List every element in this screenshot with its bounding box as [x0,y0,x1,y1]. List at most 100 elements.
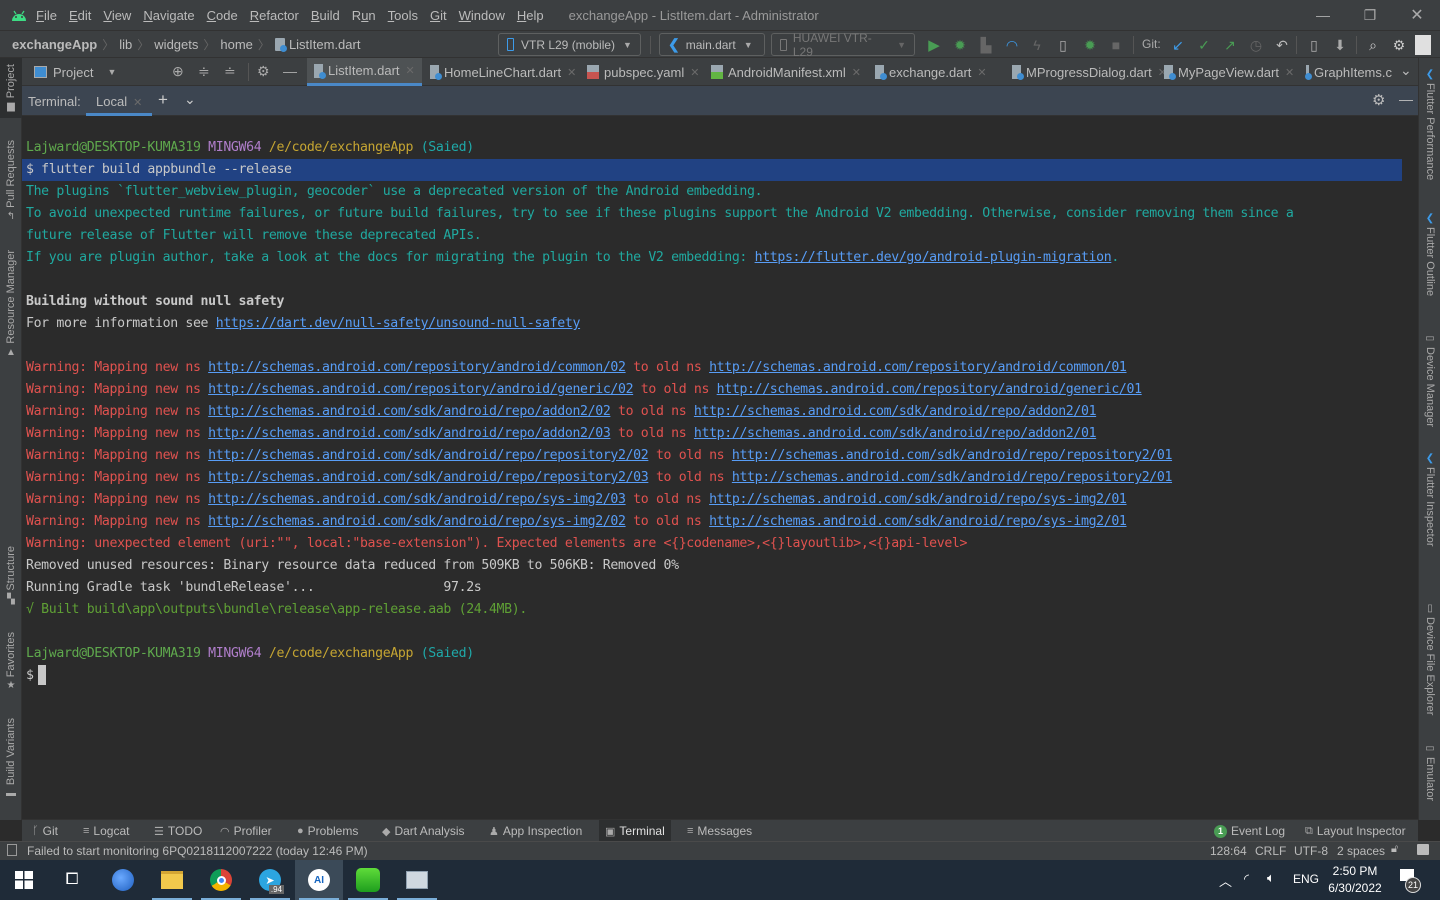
taskbar-app-telegram[interactable]: ➤ .94 [246,860,294,900]
editor-tab[interactable]: GraphItems.c [1299,58,1399,86]
new-ns-link[interactable]: http://schemas.android.com/repository/an… [208,360,626,375]
dropdown-arrow-icon[interactable]: ▼ [107,67,116,77]
show-hidden-icons-icon[interactable]: ︿ [1219,871,1232,890]
wifi-icon[interactable]: ◜ [1244,871,1249,887]
tool-window-messages[interactable]: ≡ Messages [681,820,758,842]
menu-help[interactable]: Help [517,8,544,23]
status-message[interactable]: Failed to start monitoring 6PQ0218112007… [27,844,368,858]
old-ns-link[interactable]: http://schemas.android.com/repository/an… [717,382,1142,397]
tool-window-profiler[interactable]: ◠ Profiler [214,820,278,842]
hide-panel-icon[interactable]: — [283,63,297,79]
tool-window-structure[interactable]: Structure ▚ [0,546,22,608]
editor-tab[interactable]: AndroidManifest.xml ✕ [704,58,868,86]
sdk-manager-icon[interactable]: ⬇ [1330,35,1350,55]
editor-tab[interactable]: HomeLineChart.dart ✕ [423,58,583,86]
new-ns-link[interactable]: http://schemas.android.com/sdk/android/r… [208,492,626,507]
menu-tools[interactable]: Tools [388,8,418,23]
show-all-tabs-chevron-icon[interactable]: ⌄ [1400,62,1412,79]
tool-window-app-inspection[interactable]: ♟ App Inspection [483,820,588,842]
new-ns-link[interactable]: http://schemas.android.com/sdk/android/r… [208,448,649,463]
collapse-all-icon[interactable]: ≐ [224,63,236,80]
taskbar-app-monitor[interactable] [393,860,441,900]
line-separator[interactable]: CRLF [1255,844,1286,858]
taskbar-app-chrome[interactable] [197,860,245,900]
menu-navigate[interactable]: Navigate [143,8,194,23]
tool-window-flutter-inspector[interactable]: ❮ Flutter Inspector [1419,450,1440,546]
taskbar-app-file-explorer[interactable] [148,860,196,900]
menu-edit[interactable]: Edit [69,8,91,23]
close-tab-icon[interactable]: ✕ [567,66,576,79]
tool-window-flutter-performance[interactable]: ❮ Flutter Performance [1419,66,1440,180]
old-ns-link[interactable]: http://schemas.android.com/sdk/android/r… [732,470,1173,485]
new-ns-link[interactable]: http://schemas.android.com/sdk/android/r… [208,426,611,441]
new-terminal-tab-icon[interactable]: + [158,90,168,110]
tool-window-emulator[interactable]: ▭ Emulator [1419,740,1440,801]
breadcrumb-file[interactable]: ListItem.dart [289,37,361,52]
hot-reload-icon[interactable]: ϟ [1027,35,1047,55]
menu-file[interactable]: File [36,8,57,23]
close-tab-icon[interactable]: ✕ [406,64,415,77]
search-icon[interactable]: ⌕ [1363,35,1383,55]
run-config-selector[interactable]: ❮ main.dart ▼ [659,33,765,56]
old-ns-link[interactable]: http://schemas.android.com/sdk/android/r… [709,492,1127,507]
git-commit-icon[interactable]: ✓ [1194,35,1214,55]
old-ns-link[interactable]: http://schemas.android.com/sdk/android/r… [694,426,1097,441]
attach-debugger-icon[interactable]: ▙ [976,35,996,55]
volume-icon[interactable]: 🔈︎ [1267,870,1275,886]
debug-icon[interactable]: ✹ [950,35,970,55]
menu-refactor[interactable]: Refactor [250,8,299,23]
menu-build[interactable]: Build [311,8,340,23]
editor-tab[interactable]: exchange.dart ✕ [868,58,994,86]
expand-all-icon[interactable]: ≑ [198,63,210,80]
editor-tab[interactable]: MProgressDialog.dart ✕ [1005,58,1174,86]
breadcrumb-lib[interactable]: lib [119,37,132,52]
locate-file-icon[interactable]: ⊕ [172,63,184,80]
menu-code[interactable]: Code [207,8,238,23]
menu-window[interactable]: Window [459,8,505,23]
editor-tab[interactable]: pubspec.yaml ✕ [580,58,706,86]
git-rollback-icon[interactable]: ↶ [1272,35,1292,55]
menu-git[interactable]: Git [430,8,447,23]
taskbar-app-android-studio[interactable]: AI [295,860,343,900]
close-tab-icon[interactable]: ✕ [977,66,986,79]
tool-window-logcat[interactable]: ≡ Logcat [77,820,135,842]
new-ns-link[interactable]: http://schemas.android.com/repository/an… [208,382,633,397]
old-ns-link[interactable]: http://schemas.android.com/sdk/android/r… [694,404,1097,419]
attach-android-debugger-icon[interactable]: ✹ [1080,35,1100,55]
tool-window-build-variants[interactable]: Build Variants ▬ [0,718,22,802]
settings-icon[interactable]: ⚙ [257,63,270,80]
close-tab-icon[interactable]: ✕ [852,66,861,79]
tool-window-device-manager[interactable]: ▭ Device Manager [1419,330,1440,427]
menu-run[interactable]: Run [352,8,376,23]
device-manager-icon[interactable]: ▯ [1304,35,1324,55]
old-ns-link[interactable]: http://schemas.android.com/sdk/android/r… [709,514,1127,529]
layout-inspector-button[interactable]: ⧉ Layout Inspector [1299,820,1412,842]
git-history-icon[interactable]: ◷ [1246,35,1266,55]
tool-window-todo[interactable]: ☰ TODO [148,820,208,842]
start-button[interactable] [0,860,48,900]
tool-window-git[interactable]: ᚴ Git [26,820,64,842]
breadcrumb-widgets[interactable]: widgets [154,37,198,52]
new-ns-link[interactable]: http://schemas.android.com/sdk/android/r… [208,514,626,529]
breadcrumb-home[interactable]: home [220,37,253,52]
new-ns-link[interactable]: http://schemas.android.com/sdk/android/r… [208,470,649,485]
project-view-selector[interactable]: Project [53,65,93,80]
hide-terminal-icon[interactable]: — [1399,91,1413,107]
event-log-button[interactable]: 1 Event Log [1208,820,1291,842]
tool-window-device-file-explorer[interactable]: ▯ Device File Explorer [1419,600,1440,715]
taskbar-app-green[interactable] [344,860,392,900]
tool-window-pull-requests[interactable]: Pull Requests ↰ [0,140,22,225]
tool-window-problems[interactable]: ● Problems [291,820,364,842]
toggle-tool-windows-icon[interactable] [7,844,17,856]
caret-position[interactable]: 128:64 [1210,844,1247,858]
indent-setting[interactable]: 2 spaces [1337,844,1385,858]
terminal-tab-local[interactable]: Local ✕ [86,86,153,116]
tool-window-terminal[interactable]: ▣ Terminal [599,820,671,842]
taskbar-app-winbox[interactable] [99,860,147,900]
settings-icon[interactable]: ⚙ [1389,35,1409,55]
tool-window-dart-analysis[interactable]: ◆ Dart Analysis [376,820,471,842]
git-update-icon[interactable]: ↙ [1168,35,1188,55]
git-push-icon[interactable]: ↗ [1220,35,1240,55]
minimize-button[interactable]: — [1300,0,1346,30]
new-ns-link[interactable]: http://schemas.android.com/sdk/android/r… [208,404,611,419]
